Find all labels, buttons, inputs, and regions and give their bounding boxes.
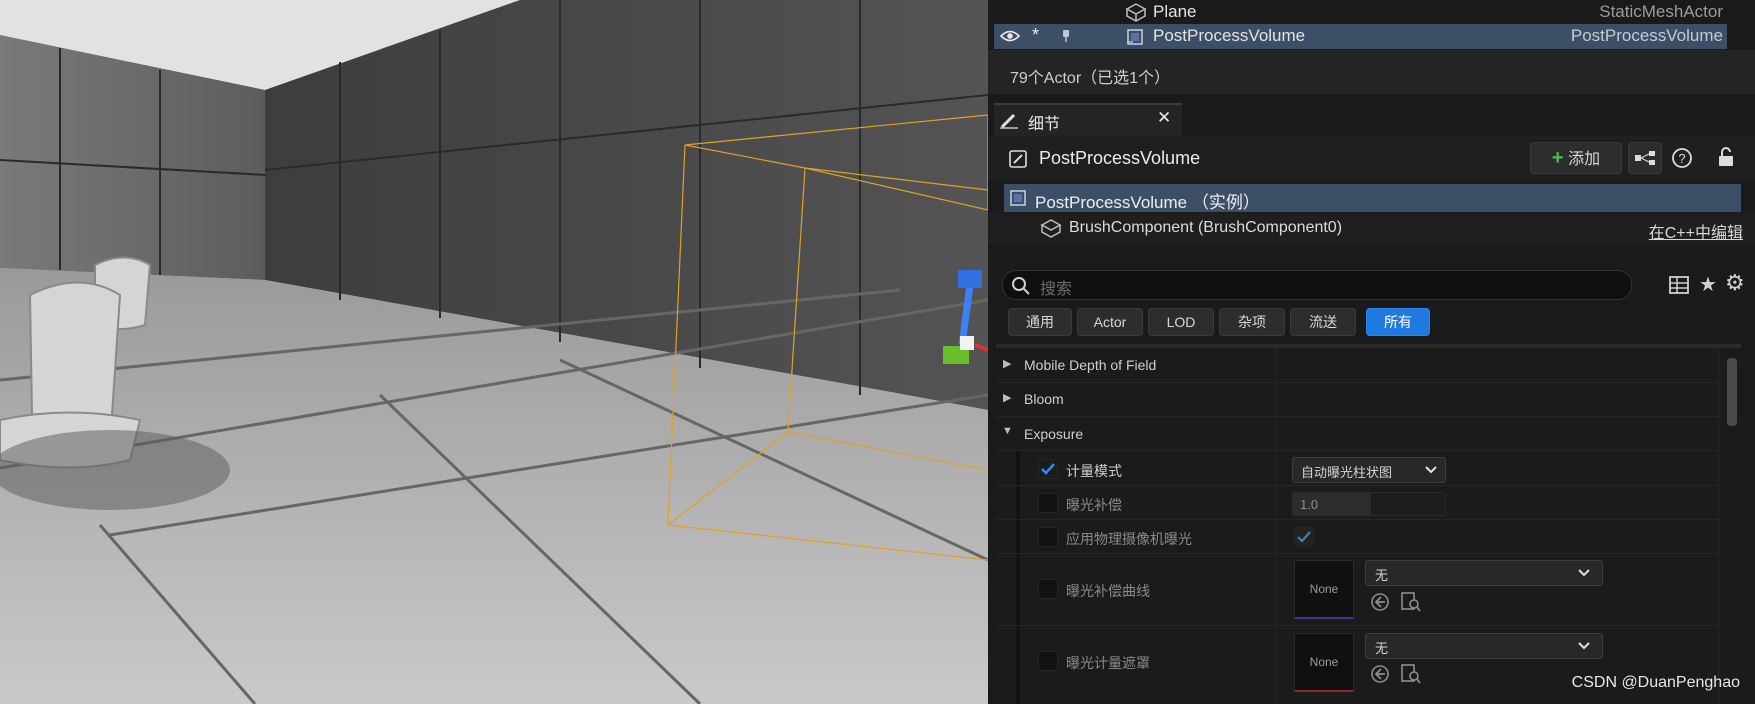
thumbnail-label: None [1309, 655, 1339, 669]
physical-camera-exposure-label: 应用物理摄像机曝光 [1066, 531, 1192, 547]
component-name: PostProcessVolume （实例） [1035, 193, 1260, 212]
chevron-down-icon [1425, 466, 1437, 474]
section-bloom[interactable]: ▶ Bloom [996, 383, 1276, 415]
metering-mode-checkbox[interactable] [1038, 459, 1058, 479]
asset-value: 无 [1375, 641, 1389, 656]
actor-class-icon [1009, 150, 1027, 168]
add-component-button[interactable]: + 添加 [1530, 142, 1622, 174]
number-value: 1.0 [1300, 497, 1319, 512]
exposure-curve-label: 曝光补偿曲线 [1066, 583, 1150, 599]
physical-camera-override-checkbox[interactable] [1038, 527, 1058, 547]
viewport-scene [0, 0, 988, 704]
expand-arrow-icon: ▶ [1003, 392, 1012, 404]
star-icon[interactable]: ★ [1699, 272, 1717, 297]
filter-actor[interactable]: Actor [1077, 308, 1143, 336]
metering-mode-label: 计量模式 [1066, 463, 1122, 479]
metering-mask-asset-picker[interactable]: 无 [1365, 633, 1603, 659]
filter-all[interactable]: 所有 [1366, 308, 1430, 336]
blueprint-hierarchy-button[interactable] [1628, 142, 1662, 174]
gear-icon[interactable]: ⚙ [1725, 270, 1745, 296]
plus-icon: + [1551, 147, 1564, 169]
svg-text:?: ? [1678, 151, 1685, 166]
component-row-instance[interactable]: PostProcessVolume （实例） [1004, 184, 1741, 212]
outliner-row-postprocessvolume[interactable]: * PostProcessVolume PostProcessVolume [994, 24, 1727, 49]
outliner-item-name: PostProcessVolume [1153, 26, 1306, 45]
use-selected-asset-icon[interactable] [1370, 592, 1390, 612]
section-mobile-depth-of-field[interactable]: ▶ Mobile Depth of Field [996, 348, 1276, 381]
section-label: Bloom [1024, 391, 1064, 407]
dropdown-value: 自动曝光柱状图 [1301, 465, 1393, 480]
metering-mask-label: 曝光计量遮罩 [1066, 655, 1150, 671]
hierarchy-icon [1635, 151, 1655, 165]
thumbnail-label: None [1309, 582, 1339, 596]
search-placeholder: 搜索 [1040, 281, 1073, 298]
pin-icon[interactable] [1060, 29, 1072, 43]
section-label: Exposure [1024, 426, 1084, 442]
browse-asset-icon[interactable] [1400, 591, 1422, 613]
editor-side-panel: Plane StaticMeshActor * PostProcessVolum… [988, 0, 1755, 704]
asterisk-icon[interactable]: * [1032, 25, 1039, 46]
table-view-icon[interactable] [1669, 275, 1689, 295]
details-header: PostProcessVolume + 添加 ? [988, 136, 1755, 180]
chevron-down-icon [1578, 569, 1590, 577]
asset-value: 无 [1375, 568, 1389, 583]
section-label: Mobile Depth of Field [1024, 357, 1157, 373]
outliner-row-plane[interactable]: Plane StaticMeshActor [988, 0, 1755, 25]
filter-misc[interactable]: 杂项 [1219, 308, 1285, 336]
metering-mode-dropdown[interactable]: 自动曝光柱状图 [1292, 457, 1446, 483]
watermark: CSDN @DuanPenghao [1571, 674, 1740, 691]
component-name: BrushComponent (BrushComponent0) [1069, 219, 1343, 236]
help-icon[interactable]: ? [1671, 147, 1693, 169]
close-icon[interactable]: ✕ [1157, 108, 1171, 128]
tab-details[interactable]: 细节 ✕ [994, 103, 1182, 136]
search-icon [1012, 277, 1030, 295]
outliner-status-bar: 79个Actor（已选1个） [988, 50, 1755, 94]
outliner-item-type: StaticMeshActor [1599, 2, 1723, 21]
level-viewport[interactable] [0, 0, 988, 704]
filter-lod[interactable]: LOD [1148, 308, 1214, 336]
filter-general[interactable]: 通用 [1008, 308, 1072, 336]
property-list: ▶ Mobile Depth of Field ▶ Bloom ▼ Exposu… [996, 344, 1741, 704]
exposure-compensation-label: 曝光补偿 [1066, 497, 1122, 513]
physical-camera-exposure-checkbox[interactable] [1294, 527, 1314, 547]
browse-asset-icon[interactable] [1400, 663, 1422, 685]
lock-open-icon[interactable] [1717, 146, 1735, 168]
exposure-curve-checkbox[interactable] [1038, 579, 1058, 599]
actor-count-label: 79个Actor（已选1个） [1010, 70, 1171, 87]
chevron-down-icon [1578, 642, 1590, 650]
outliner-item-type: PostProcessVolume [1570, 26, 1723, 45]
selected-actor-name: PostProcessVolume [1039, 148, 1201, 168]
component-row-brush[interactable]: BrushComponent (BrushComponent0) 在C++中编辑 [988, 213, 1755, 243]
tab-label: 细节 [1028, 116, 1061, 133]
scrollbar-thumb[interactable] [1727, 358, 1737, 426]
exposure-curve-asset-picker[interactable]: 无 [1365, 560, 1603, 586]
metering-mask-checkbox[interactable] [1038, 651, 1058, 671]
edit-in-cpp-link[interactable]: 在C++中编辑 [1649, 219, 1743, 243]
exposure-curve-thumbnail[interactable]: None [1294, 560, 1354, 619]
pencil-icon [1000, 113, 1018, 129]
post-process-volume-icon [1127, 29, 1143, 45]
metering-mask-thumbnail[interactable]: None [1294, 633, 1354, 692]
post-process-volume-icon [1010, 190, 1026, 206]
exposure-compensation-input[interactable]: 1.0 [1292, 492, 1446, 516]
collapse-arrow-icon: ▼ [1002, 425, 1013, 437]
visibility-eye-icon[interactable] [1000, 29, 1020, 43]
checkmark-icon [1041, 463, 1055, 475]
expand-arrow-icon: ▶ [1003, 358, 1012, 370]
filter-streaming[interactable]: 流送 [1290, 308, 1356, 336]
add-button-label: 添加 [1568, 151, 1601, 168]
static-mesh-icon [1125, 3, 1147, 22]
static-mesh-icon [1040, 219, 1062, 238]
checkmark-icon [1297, 531, 1311, 543]
exposure-compensation-checkbox[interactable] [1038, 493, 1058, 513]
section-exposure[interactable]: ▼ Exposure [996, 417, 1276, 450]
outliner-item-name: Plane [1153, 2, 1197, 21]
search-input[interactable]: 搜索 [1002, 270, 1632, 300]
use-selected-asset-icon[interactable] [1370, 664, 1390, 684]
